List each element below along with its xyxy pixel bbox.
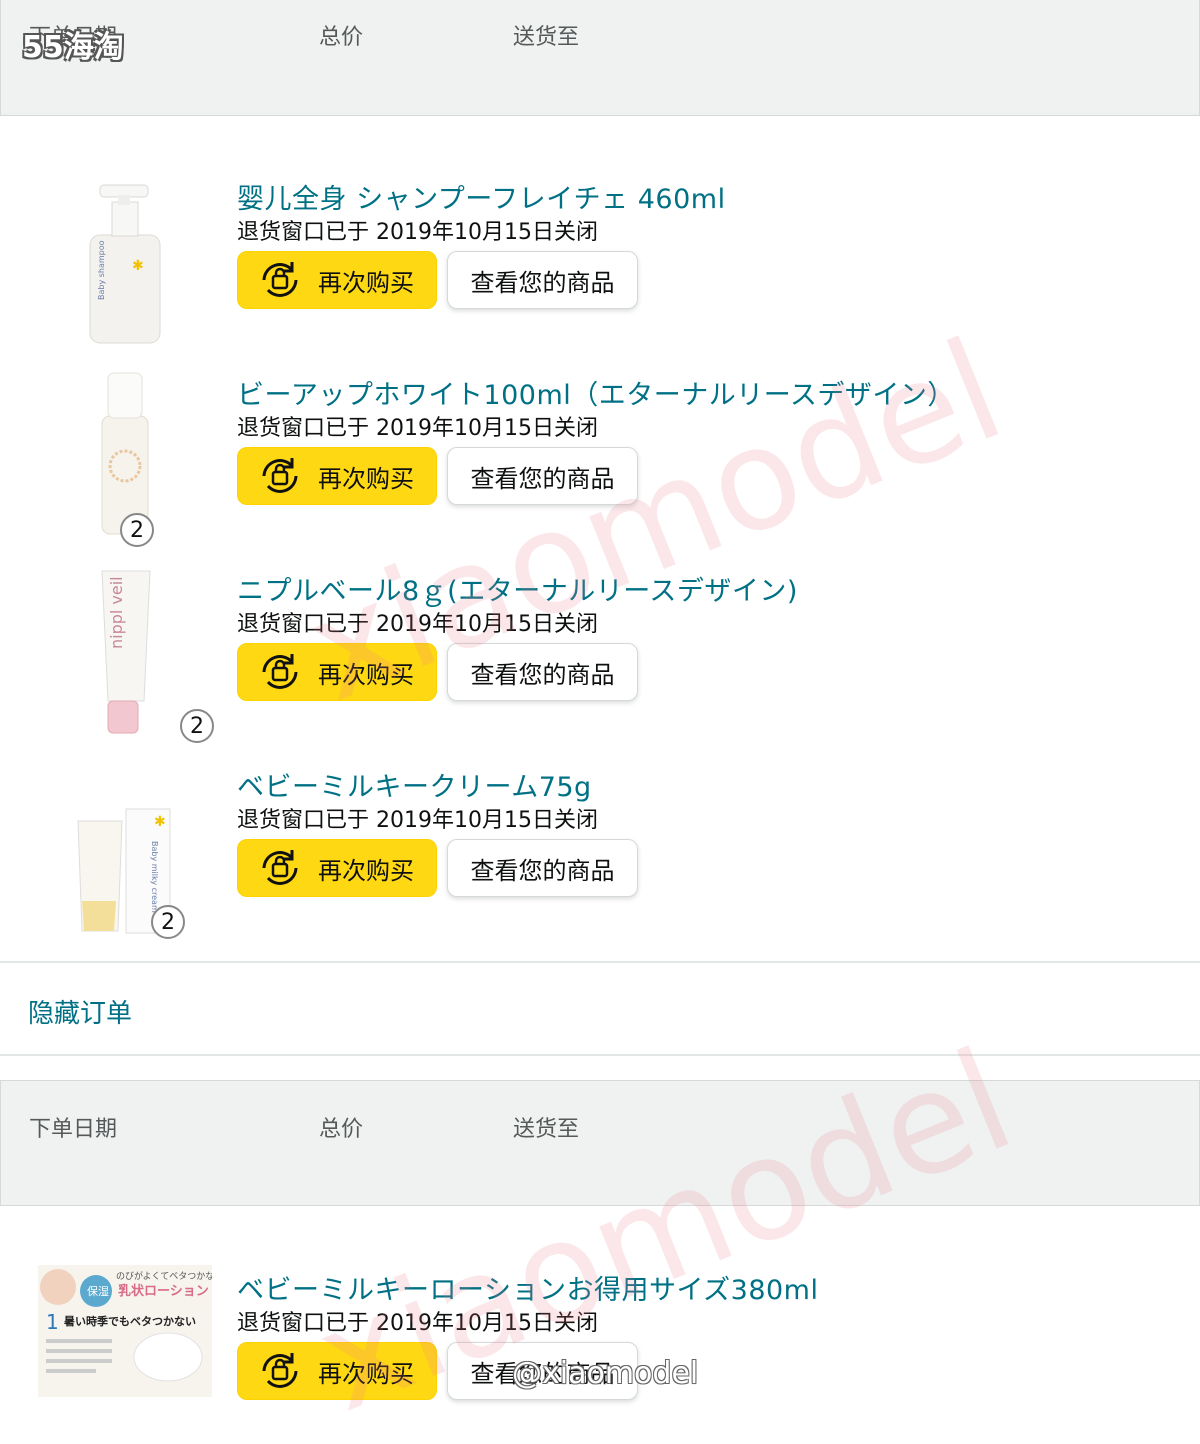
product-image-lotion-banner[interactable]: 保湿 のびがよくてベタつかない 乳状ローション 1 暑い時季でもベタつかない <box>38 1265 212 1397</box>
svg-text:✱: ✱ <box>154 814 166 830</box>
product-title-link[interactable]: ベビーミルキークリーム75g <box>237 765 592 804</box>
return-window-status: 退货窗口已于 2019年10月15日关闭 <box>237 1311 598 1336</box>
ship-to-label: 送货至 <box>513 25 580 50</box>
view-item-label: 查看您的商品 <box>470 464 615 493</box>
view-item-button[interactable]: 查看您的商品 <box>447 251 638 309</box>
view-item-label: 查看您的商品 <box>470 268 615 297</box>
order-date-label: 下单日期 <box>29 1117 118 1142</box>
svg-text:Baby milky cream: Baby milky cream <box>150 841 159 913</box>
svg-text:乳状ローション: 乳状ローション <box>118 1283 209 1299</box>
return-window-status: 退货窗口已于 2019年10月15日关闭 <box>237 220 598 245</box>
buy-again-button[interactable]: 再次购买 <box>237 1342 437 1400</box>
view-item-label: 查看您的商品 <box>470 660 615 689</box>
svg-text:Baby shampoo: Baby shampoo <box>97 240 106 300</box>
order-total-label: 总价 <box>319 25 364 50</box>
quantity-badge: 2 <box>151 905 185 939</box>
svg-text:保湿: 保湿 <box>87 1284 109 1298</box>
view-item-button[interactable]: 查看您的商品 <box>447 447 638 505</box>
divider <box>0 961 1200 963</box>
order-total-label: 总价 <box>319 1117 364 1142</box>
hide-order-link[interactable]: 隐藏订单 <box>28 993 132 1030</box>
product-title-link[interactable]: ビーアップホワイト100ml（エターナルリースデザイン） <box>237 373 955 412</box>
svg-text:1: 1 <box>46 1310 59 1334</box>
return-window-status: 退货窗口已于 2019年10月15日关闭 <box>237 808 598 833</box>
return-window-status: 退货窗口已于 2019年10月15日关闭 <box>237 416 598 441</box>
buy-again-label: 再次购买 <box>318 464 414 493</box>
buy-again-label: 再次购买 <box>318 660 414 689</box>
credit-watermark: @xiaomodel <box>512 1356 699 1391</box>
svg-text:暑い時季でもベタつかない: 暑い時季でもベタつかない <box>64 1314 196 1328</box>
buy-again-label: 再次购买 <box>318 268 414 297</box>
product-image-cream-tube[interactable]: nippl veil <box>70 569 180 734</box>
view-item-button[interactable]: 查看您的商品 <box>447 643 638 701</box>
view-item-button[interactable]: 查看您的商品 <box>447 839 638 897</box>
buy-again-icon <box>262 654 298 689</box>
svg-text:のびがよくてベタつかない: のびがよくてベタつかない <box>116 1270 212 1282</box>
product-title-link[interactable]: ニプルベール8ｇ(エターナルリースデザイン) <box>237 569 798 608</box>
quantity-badge: 2 <box>180 709 214 743</box>
site-logo: 55海淘 <box>22 30 124 65</box>
order-header: 下单日期 总价 送货至 <box>0 1080 1200 1206</box>
buy-again-button[interactable]: 再次购买 <box>237 643 437 701</box>
product-image-shampoo[interactable]: Baby shampoo ✱ <box>70 180 180 345</box>
ship-to-label: 送货至 <box>513 1117 580 1142</box>
buy-again-icon <box>262 262 298 297</box>
buy-again-button[interactable]: 再次购买 <box>237 447 437 505</box>
svg-text:✱: ✱ <box>132 258 144 274</box>
view-item-label: 查看您的商品 <box>470 856 615 885</box>
order-header: 下单日期 总价 送货至 <box>0 0 1200 116</box>
return-window-status: 退货窗口已于 2019年10月15日关闭 <box>237 612 598 637</box>
product-title-link[interactable]: ベビーミルキーローションお得用サイズ380ml <box>237 1268 819 1307</box>
buy-again-button[interactable]: 再次购买 <box>237 251 437 309</box>
buy-again-icon <box>262 850 298 885</box>
quantity-badge: 2 <box>120 513 154 547</box>
divider <box>0 1054 1200 1056</box>
buy-again-label: 再次购买 <box>318 856 414 885</box>
buy-again-label: 再次购买 <box>318 1359 414 1388</box>
buy-again-icon <box>262 458 298 493</box>
product-image-white-bottle[interactable] <box>70 371 180 536</box>
buy-again-button[interactable]: 再次购买 <box>237 839 437 897</box>
svg-text:nippl veil: nippl veil <box>107 576 126 649</box>
product-title-link[interactable]: 婴儿全身 シャンプーフレイチェ 460ml <box>237 177 726 216</box>
buy-again-icon <box>262 1353 298 1388</box>
